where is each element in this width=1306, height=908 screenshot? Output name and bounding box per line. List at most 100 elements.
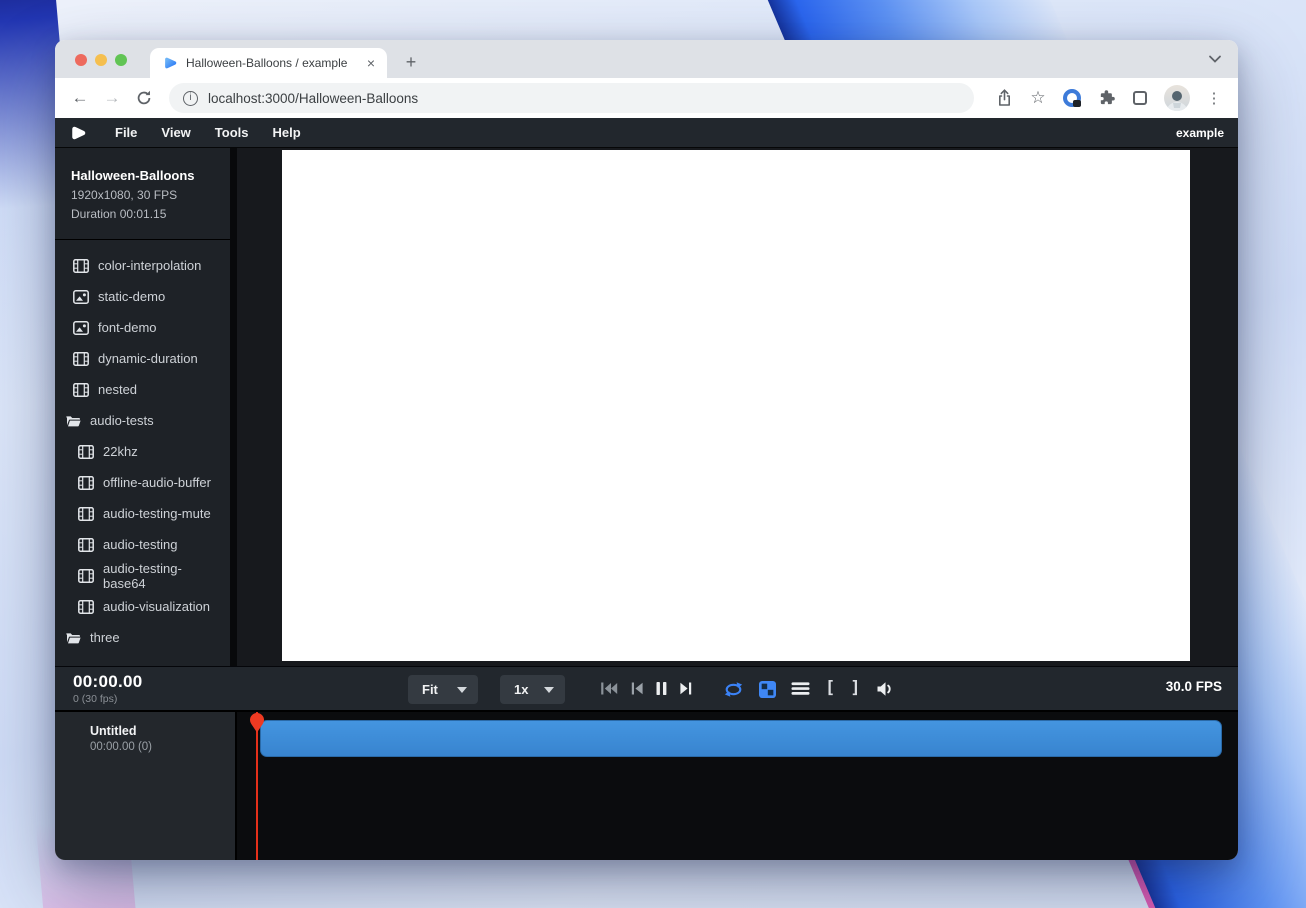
sidebar-item-color-interpolation[interactable]: color-interpolation — [55, 250, 230, 281]
window-controls — [75, 54, 127, 66]
transport-controls — [600, 681, 693, 696]
address-bar[interactable]: i localhost:3000/Halloween-Balloons — [169, 83, 974, 113]
project-meta: 1920x1080, 30 FPS — [71, 188, 214, 202]
sidebar-item-dynamic-duration[interactable]: dynamic-duration — [55, 343, 230, 374]
menu-help[interactable]: Help — [261, 125, 313, 140]
still-icon — [73, 321, 89, 335]
film-icon — [78, 569, 94, 583]
timeline-track-bar[interactable] — [260, 720, 1222, 757]
browser-window: Halloween-Balloons / example × + ← → i l… — [55, 40, 1238, 860]
film-icon — [78, 445, 94, 459]
browser-tab[interactable]: Halloween-Balloons / example × — [150, 48, 387, 78]
in-point-icon[interactable]: [ — [825, 678, 835, 698]
url-text: localhost:3000/Halloween-Balloons — [208, 91, 418, 106]
reload-icon[interactable] — [131, 85, 157, 111]
current-time: 00:00.00 — [73, 672, 143, 692]
film-icon — [73, 259, 89, 273]
timeline-canvas[interactable] — [237, 712, 1238, 860]
adblock-extension-icon[interactable] — [1062, 88, 1082, 108]
back-icon[interactable]: ← — [67, 85, 93, 111]
current-frame-info: 0 (30 fps) — [73, 693, 143, 705]
project-info: Halloween-Balloons 1920x1080, 30 FPS Dur… — [55, 148, 230, 240]
desktop-wallpaper: Halloween-Balloons / example × + ← → i l… — [0, 0, 1306, 908]
speed-value: 1x — [514, 682, 528, 697]
track-info: 00:00.00 (0) — [90, 741, 235, 753]
remotion-logo-icon[interactable] — [69, 124, 87, 142]
close-window-button[interactable] — [75, 54, 87, 66]
menu-view[interactable]: View — [149, 125, 202, 140]
previous-frame-icon[interactable] — [630, 681, 644, 696]
fps-counter: 30.0 FPS — [1166, 679, 1222, 694]
sidebar-folder-audio-tests[interactable]: audio-tests — [55, 405, 230, 436]
video-preview-canvas[interactable] — [282, 150, 1190, 661]
film-icon — [78, 507, 94, 521]
transparency-checkerboard-icon[interactable] — [759, 681, 776, 696]
sidebar-item-font-demo[interactable]: font-demo — [55, 312, 230, 343]
playhead-marker-icon[interactable] — [249, 713, 265, 733]
sidebar-item-audio-testing-base64[interactable]: audio-testing-base64 — [55, 560, 230, 591]
share-icon[interactable] — [994, 88, 1014, 108]
browser-toolbar: ← → i localhost:3000/Halloween-Balloons — [55, 78, 1238, 118]
sidebar-item-audio-visualization[interactable]: audio-visualization — [55, 591, 230, 622]
size-dropdown[interactable]: Fit — [408, 675, 478, 704]
forward-icon[interactable]: → — [99, 85, 125, 111]
sidebar-composition-list: color-interpolation static-demo font-dem… — [55, 240, 230, 653]
sidebar-item-22khz[interactable]: 22khz — [55, 436, 230, 467]
project-duration: Duration 00:01.15 — [71, 207, 214, 221]
toolbar-actions: ☆ ⋮ — [986, 85, 1226, 111]
timeline-rows-icon[interactable] — [791, 681, 810, 696]
next-frame-icon[interactable] — [679, 681, 693, 696]
browser-menu-icon[interactable]: ⋮ — [1204, 88, 1224, 108]
film-icon — [73, 352, 89, 366]
sidebar-item-offline-audio-buffer[interactable]: offline-audio-buffer — [55, 467, 230, 498]
tab-search-chevron-icon[interactable] — [1208, 54, 1222, 64]
still-icon — [73, 290, 89, 304]
studio-main: Halloween-Balloons 1920x1080, 30 FPS Dur… — [55, 148, 1238, 666]
sidebar-folder-three[interactable]: three — [55, 622, 230, 653]
playback-controls-bar: 00:00.00 0 (30 fps) Fit 1x — [55, 666, 1238, 710]
sidebar-item-nested[interactable]: nested — [55, 374, 230, 405]
remotion-favicon — [162, 55, 178, 71]
project-name: Halloween-Balloons — [71, 168, 214, 183]
film-icon — [78, 476, 94, 490]
sidebar-item-static-demo[interactable]: static-demo — [55, 281, 230, 312]
view-tools: [ ] — [723, 677, 895, 699]
timeline-track-header[interactable]: Untitled 00:00.00 (0) — [55, 712, 237, 860]
playhead-line[interactable] — [256, 712, 258, 860]
chevron-down-icon — [544, 687, 554, 693]
folder-open-icon — [65, 414, 81, 428]
bookmark-star-icon[interactable]: ☆ — [1028, 88, 1048, 108]
zoom-window-button[interactable] — [115, 54, 127, 66]
workspace-label: example — [1176, 126, 1224, 140]
extensions-puzzle-icon[interactable] — [1096, 88, 1116, 108]
film-icon — [78, 538, 94, 552]
menu-tools[interactable]: Tools — [203, 125, 261, 140]
sidebar-item-audio-testing[interactable]: audio-testing — [55, 529, 230, 560]
side-panel-icon[interactable] — [1130, 88, 1150, 108]
sidebar-item-audio-testing-mute[interactable]: audio-testing-mute — [55, 498, 230, 529]
chevron-down-icon — [457, 687, 467, 693]
film-icon — [78, 600, 94, 614]
track-name: Untitled — [90, 724, 235, 738]
preview-area — [237, 148, 1238, 666]
timecode-display: 00:00.00 0 (30 fps) — [73, 672, 143, 705]
jump-to-start-icon[interactable] — [600, 681, 619, 696]
tab-close-icon[interactable]: × — [363, 55, 379, 71]
studio-menubar: File View Tools Help example — [55, 118, 1238, 148]
sidebar-divider[interactable] — [230, 148, 237, 666]
tab-title: Halloween-Balloons / example — [186, 56, 355, 70]
loop-toggle-icon[interactable] — [723, 681, 744, 696]
browser-tab-strip: Halloween-Balloons / example × + — [55, 40, 1238, 78]
menu-file[interactable]: File — [103, 125, 149, 140]
speed-dropdown[interactable]: 1x — [500, 675, 565, 704]
compositions-sidebar: Halloween-Balloons 1920x1080, 30 FPS Dur… — [55, 148, 230, 666]
timeline-panel: Untitled 00:00.00 (0) — [55, 710, 1238, 860]
minimize-window-button[interactable] — [95, 54, 107, 66]
volume-icon[interactable] — [876, 681, 895, 696]
profile-avatar[interactable] — [1164, 85, 1190, 111]
site-info-icon[interactable]: i — [183, 91, 198, 106]
pause-icon[interactable] — [655, 681, 668, 696]
out-point-icon[interactable]: ] — [850, 678, 860, 698]
new-tab-button[interactable]: + — [399, 52, 423, 73]
size-value: Fit — [422, 682, 438, 697]
